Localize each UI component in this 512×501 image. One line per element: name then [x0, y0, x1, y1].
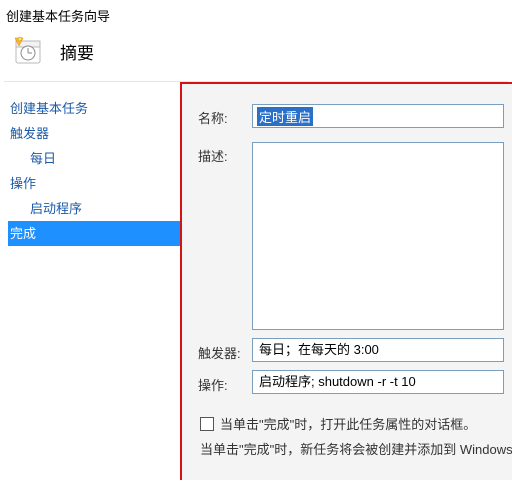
description-label: 描述:: [198, 142, 252, 165]
open-properties-checkbox-row[interactable]: 当单击"完成"时，打开此任务属性的对话框。: [200, 414, 504, 433]
wizard-steps-sidebar: 创建基本任务触发器每日操作启动程序完成: [0, 82, 180, 480]
content-panel: 名称: 定时重启 描述: 触发器: 每日；在每天的 3:00 操作:: [182, 84, 512, 480]
description-textarea[interactable]: [252, 142, 504, 330]
wizard-step-3[interactable]: 操作: [8, 171, 180, 196]
wizard-step-title: 摘要: [60, 39, 94, 64]
trigger-label: 触发器:: [198, 339, 252, 362]
trigger-value: 每日；在每天的 3:00: [252, 338, 504, 362]
wizard-step-5[interactable]: 完成: [8, 221, 180, 246]
trigger-row: 触发器: 每日；在每天的 3:00: [198, 338, 504, 362]
wizard-body: 创建基本任务触发器每日操作启动程序完成 名称: 定时重启 描述: 触发器: 每: [0, 82, 512, 480]
schedule-icon: [14, 35, 46, 67]
name-input[interactable]: 定时重启: [252, 104, 504, 128]
window-title: 创建基本任务向导: [6, 6, 110, 25]
title-bar: 创建基本任务向导: [0, 0, 512, 25]
action-label: 操作:: [198, 371, 252, 394]
action-value: 启动程序; shutdown -r -t 10: [252, 370, 504, 394]
completion-note: 当单击"完成"时，新任务将会被创建并添加到 Windows 计: [198, 439, 504, 458]
wizard-step-1[interactable]: 触发器: [8, 121, 180, 146]
wizard-header: 摘要: [0, 25, 512, 81]
action-row: 操作: 启动程序; shutdown -r -t 10: [198, 370, 504, 394]
wizard-window: 创建基本任务向导 摘要 创建基本任务触发器每日操作启动程序完成 名称:: [0, 0, 512, 501]
wizard-step-2[interactable]: 每日: [8, 146, 180, 171]
name-row: 名称: 定时重启: [198, 104, 504, 128]
checkbox-label: 当单击"完成"时，打开此任务属性的对话框。: [220, 414, 476, 433]
wizard-step-4[interactable]: 启动程序: [8, 196, 180, 221]
name-label: 名称:: [198, 104, 252, 127]
description-row: 描述:: [198, 142, 504, 330]
checkbox-icon[interactable]: [200, 417, 214, 431]
summary-details: 触发器: 每日；在每天的 3:00 操作: 启动程序; shutdown -r …: [198, 338, 504, 402]
content-highlight: 名称: 定时重启 描述: 触发器: 每日；在每天的 3:00 操作:: [180, 82, 512, 480]
name-value-selection: 定时重启: [257, 107, 313, 126]
wizard-step-0[interactable]: 创建基本任务: [8, 96, 180, 121]
